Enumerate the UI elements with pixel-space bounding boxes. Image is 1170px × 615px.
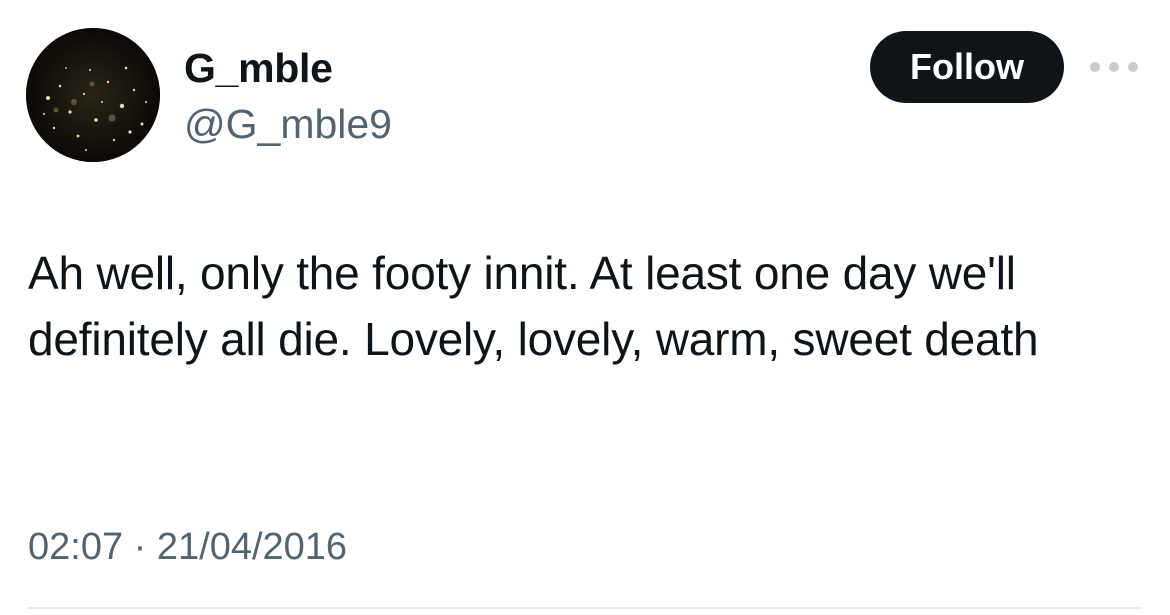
tweet-timestamp[interactable]: 02:07 · 21/04/2016 [28, 524, 347, 570]
tweet-time: 02:07 [28, 526, 124, 568]
dot [1090, 62, 1100, 72]
tweet-text: Ah well, only the footy innit. At least … [28, 247, 1039, 365]
divider [28, 607, 1142, 609]
dot [1109, 62, 1119, 72]
display-name[interactable]: G_mble [184, 44, 333, 92]
follow-button[interactable]: Follow [870, 31, 1064, 103]
starry-night-avatar-icon [26, 28, 160, 162]
tweet-date: 21/04/2016 [156, 526, 348, 568]
avatar[interactable] [26, 28, 160, 162]
user-handle[interactable]: @G_mble9 [184, 100, 392, 148]
meta-separator: · [133, 526, 147, 568]
more-options-icon[interactable] [1090, 56, 1138, 78]
tweet-card: G_mble @G_mble9 Follow Ah well, only the… [0, 0, 1170, 615]
dot [1128, 62, 1138, 72]
